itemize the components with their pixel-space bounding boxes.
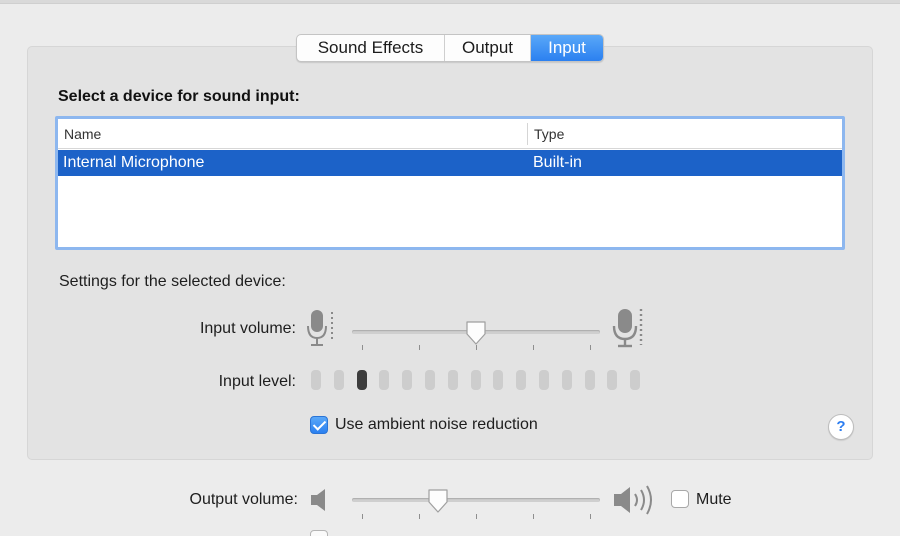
level-segment bbox=[584, 370, 595, 390]
input-panel bbox=[27, 46, 873, 460]
level-segment bbox=[379, 370, 390, 390]
column-header-name[interactable]: Name bbox=[64, 126, 101, 142]
section-heading: Select a device for sound input: bbox=[58, 88, 300, 105]
slider-tick bbox=[419, 345, 420, 350]
slider-tick bbox=[533, 345, 534, 350]
tab-output[interactable]: Output bbox=[445, 35, 531, 61]
slider-tick bbox=[419, 514, 420, 519]
level-segment bbox=[516, 370, 527, 390]
mute-label[interactable]: Mute bbox=[696, 491, 732, 509]
level-segment bbox=[311, 370, 321, 390]
table-row[interactable]: Internal Microphone Built-in bbox=[58, 150, 842, 176]
speaker-low-icon bbox=[309, 488, 329, 512]
level-segment bbox=[333, 370, 344, 390]
slider-tick bbox=[362, 345, 363, 350]
device-type-cell: Built-in bbox=[533, 154, 582, 171]
level-segment bbox=[630, 370, 641, 390]
level-segment bbox=[425, 370, 435, 390]
device-name-cell: Internal Microphone bbox=[63, 154, 205, 171]
microphone-low-icon bbox=[306, 308, 336, 350]
table-header: Name Type bbox=[58, 119, 842, 149]
partial-checkbox[interactable] bbox=[310, 530, 328, 536]
level-segment bbox=[493, 370, 504, 390]
output-volume-track bbox=[352, 498, 600, 502]
level-segment bbox=[470, 370, 481, 390]
tab-sound-effects[interactable]: Sound Effects bbox=[297, 35, 445, 61]
ambient-noise-checkbox[interactable] bbox=[310, 416, 328, 434]
window-top-edge bbox=[0, 0, 900, 4]
input-volume-ticks bbox=[362, 345, 591, 351]
tab-input[interactable]: Input bbox=[531, 35, 603, 61]
slider-tick bbox=[362, 514, 363, 519]
level-segment bbox=[447, 370, 458, 390]
microphone-high-icon bbox=[612, 307, 646, 351]
output-volume-ticks bbox=[362, 514, 591, 520]
input-volume-slider[interactable] bbox=[352, 321, 600, 346]
output-volume-slider[interactable] bbox=[352, 489, 600, 514]
level-segment bbox=[607, 370, 618, 390]
slider-tick bbox=[590, 514, 591, 519]
column-header-type[interactable]: Type bbox=[534, 126, 564, 142]
output-volume-label: Output volume: bbox=[189, 491, 299, 508]
level-segment bbox=[402, 370, 413, 390]
slider-tick bbox=[533, 514, 534, 519]
input-level-label: Input level: bbox=[218, 373, 296, 390]
column-divider bbox=[527, 123, 528, 145]
tab-bar: Sound Effects Output Input bbox=[296, 34, 604, 62]
slider-tick bbox=[590, 345, 591, 350]
level-segment bbox=[539, 370, 549, 390]
input-volume-label: Input volume: bbox=[199, 320, 296, 337]
slider-tick bbox=[476, 514, 477, 519]
mute-checkbox[interactable] bbox=[671, 490, 689, 508]
device-table[interactable]: Name Type Internal Microphone Built-in bbox=[55, 116, 845, 250]
slider-tick bbox=[476, 345, 477, 350]
help-button[interactable]: ? bbox=[828, 414, 854, 440]
ambient-noise-label[interactable]: Use ambient noise reduction bbox=[335, 416, 538, 434]
speaker-high-icon bbox=[612, 484, 660, 516]
level-segment bbox=[561, 370, 572, 390]
settings-label: Settings for the selected device: bbox=[59, 273, 286, 290]
input-level-meter bbox=[311, 370, 651, 392]
level-segment bbox=[356, 370, 367, 390]
